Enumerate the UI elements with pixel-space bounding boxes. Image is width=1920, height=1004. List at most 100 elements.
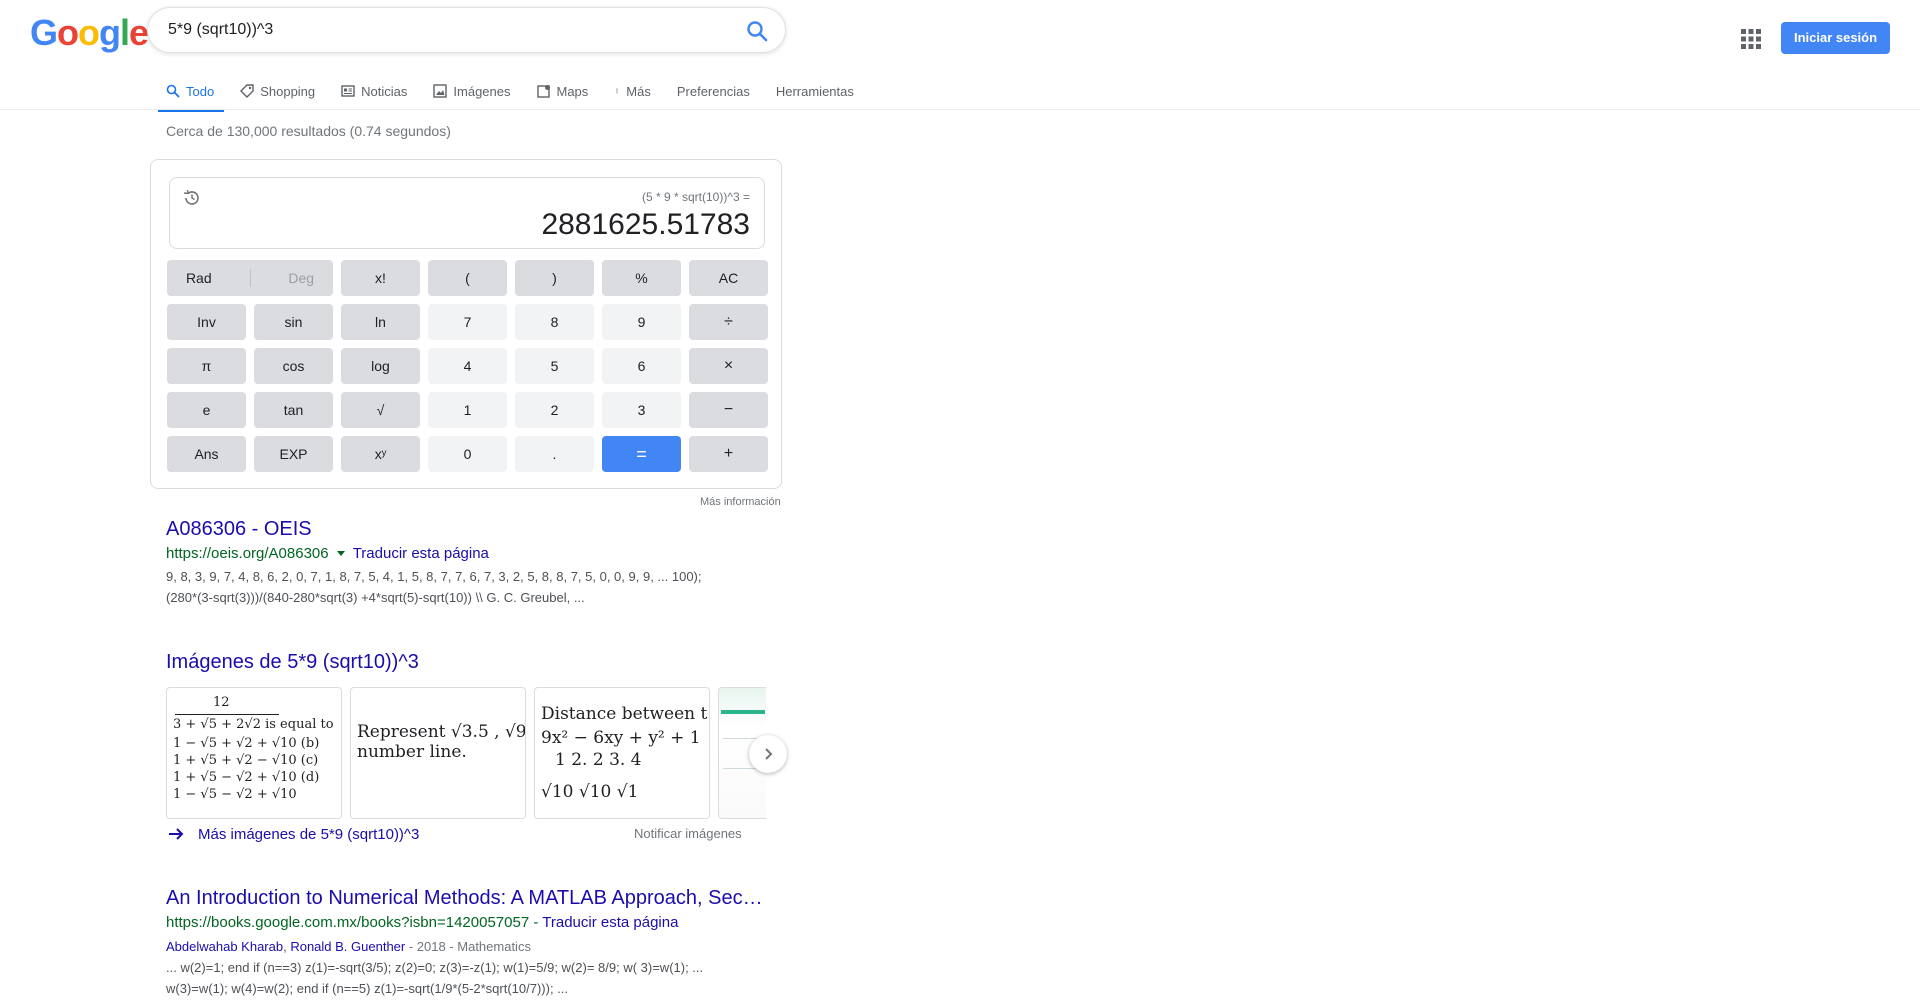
- image-thumbnail[interactable]: Distance between t 9x² − 6xy + y² + 1 1 …: [534, 687, 710, 819]
- search-tabs: Todo Shopping Noticias Imágenes Maps Más…: [157, 74, 880, 112]
- translate-link[interactable]: Traducir esta página: [353, 545, 489, 562]
- calc-key[interactable]: .: [515, 436, 594, 472]
- result-meta-book: Abdelwahab Kharab, Ronald B. Guenther - …: [166, 936, 531, 957]
- logo-letter: G: [30, 12, 58, 53]
- decorative-bar: [721, 710, 765, 714]
- snippet-line: w(3)=w(1); w(4)=w(2); end if (n==5) z(1)…: [166, 981, 569, 996]
- tab-shopping[interactable]: Shopping: [240, 74, 327, 108]
- map-icon: [536, 85, 550, 98]
- calc-key[interactable]: +: [689, 436, 768, 472]
- snippet-line: (280*(3-sqrt(3)))/(840-280*sqrt(3) +4*sq…: [166, 590, 585, 605]
- tab-preferencias[interactable]: Preferencias: [677, 74, 762, 108]
- apps-grid-icon[interactable]: [1740, 28, 1762, 50]
- search-input[interactable]: [168, 8, 708, 52]
- author-link[interactable]: Abdelwahab Kharab: [166, 939, 283, 954]
- calc-key[interactable]: ): [515, 260, 594, 296]
- result-url-book: https://books.google.com.mx/books?isbn=1…: [166, 914, 678, 931]
- calc-key[interactable]: EXP: [254, 436, 333, 472]
- tab-todo[interactable]: Todo: [157, 74, 226, 112]
- search-box: [147, 7, 786, 53]
- calc-key[interactable]: xʸ: [341, 436, 420, 472]
- search-button[interactable]: [745, 19, 769, 43]
- tab-imagenes[interactable]: Imágenes: [433, 74, 522, 108]
- calc-key[interactable]: −: [689, 392, 768, 428]
- calc-key[interactable]: 2: [515, 392, 594, 428]
- tab-mas[interactable]: Más: [614, 74, 663, 108]
- math-line: Represent √3.5 , √9: [357, 722, 526, 742]
- tab-maps[interactable]: Maps: [536, 74, 601, 108]
- dropdown-arrow-icon[interactable]: [336, 551, 345, 556]
- calc-key[interactable]: AC: [689, 260, 768, 296]
- google-logo[interactable]: Google: [30, 12, 149, 54]
- calc-key[interactable]: log: [341, 348, 420, 384]
- arrow-right-icon: [169, 828, 184, 840]
- calc-key[interactable]: 3: [602, 392, 681, 428]
- math-line: 3 + √5 + 2√2 is equal to: [173, 717, 334, 732]
- images-block-title[interactable]: Imágenes de 5*9 (sqrt10))^3: [166, 651, 419, 674]
- calc-key[interactable]: ÷: [689, 304, 768, 340]
- fraction-bar: [175, 714, 279, 715]
- calc-key[interactable]: =: [602, 436, 681, 472]
- more-info-link[interactable]: Más información: [700, 496, 781, 508]
- news-icon: [341, 85, 355, 97]
- calc-key[interactable]: Inv: [167, 304, 246, 340]
- calc-key[interactable]: 1: [428, 392, 507, 428]
- math-line: 1 2. 2 3. 4: [555, 750, 642, 770]
- deg-label[interactable]: Deg: [288, 270, 314, 286]
- result-title-oeis[interactable]: A086306 - OEIS: [166, 518, 312, 541]
- calc-key[interactable]: 9: [602, 304, 681, 340]
- result-title-book[interactable]: An Introduction to Numerical Methods: A …: [166, 887, 766, 910]
- signin-button[interactable]: Iniciar sesión: [1781, 22, 1890, 54]
- image-thumbnail[interactable]: 12 3 + √5 + 2√2 is equal to 1 − √5 + √2 …: [166, 687, 342, 819]
- search-icon: [747, 21, 768, 42]
- calc-key[interactable]: (: [428, 260, 507, 296]
- tab-label: Noticias: [361, 83, 408, 99]
- image-icon: [433, 84, 448, 98]
- history-icon[interactable]: [182, 188, 202, 208]
- author-link[interactable]: Ronald B. Guenther: [290, 939, 405, 954]
- calc-key[interactable]: 0: [428, 436, 507, 472]
- search-icon: [166, 84, 180, 98]
- calc-key[interactable]: 5: [515, 348, 594, 384]
- report-images-link[interactable]: Notificar imágenes: [634, 826, 742, 841]
- calc-key[interactable]: √: [341, 392, 420, 428]
- calc-key[interactable]: Ans: [167, 436, 246, 472]
- calc-key[interactable]: 8: [515, 304, 594, 340]
- calc-key[interactable]: x!: [341, 260, 420, 296]
- rad-deg-toggle[interactable]: Rad Deg: [167, 260, 333, 296]
- math-line: 1 − √5 − √2 + √10: [173, 787, 297, 802]
- calculator-display: (5 * 9 * sqrt(10))^3 = 2881625.51783: [169, 177, 765, 249]
- logo-letter: g: [99, 12, 121, 53]
- book-meta: - 2018 - Mathematics: [405, 939, 531, 954]
- tab-label: Herramientas: [775, 83, 854, 99]
- calc-key[interactable]: tan: [254, 392, 333, 428]
- header-divider: [0, 109, 1920, 110]
- calc-key[interactable]: ln: [341, 304, 420, 340]
- tab-noticias[interactable]: Noticias: [341, 74, 419, 108]
- calc-key[interactable]: π: [167, 348, 246, 384]
- calc-key[interactable]: 7: [428, 304, 507, 340]
- calc-key[interactable]: sin: [254, 304, 333, 340]
- rad-label[interactable]: Rad: [186, 270, 212, 286]
- tab-label: Shopping: [260, 83, 316, 99]
- carousel-next-button[interactable]: [749, 735, 787, 773]
- calc-key[interactable]: ×: [689, 348, 768, 384]
- image-thumbnail[interactable]: Represent √3.5 , √9 number line.: [350, 687, 526, 819]
- math-line: 1 − √5 + √2 + √10 (b): [173, 736, 320, 751]
- calc-key[interactable]: e: [167, 392, 246, 428]
- translate-link[interactable]: Traducir esta página: [542, 914, 678, 931]
- tab-herramientas[interactable]: Herramientas: [776, 74, 866, 108]
- more-vert-icon: [616, 88, 618, 94]
- calc-key[interactable]: 4: [428, 348, 507, 384]
- calc-key[interactable]: cos: [254, 348, 333, 384]
- calc-key[interactable]: %: [602, 260, 681, 296]
- more-images-link[interactable]: Más imágenes de 5*9 (sqrt10))^3: [166, 824, 419, 844]
- tab-label: Más: [626, 83, 651, 99]
- url-separator: -: [533, 914, 543, 931]
- chevron-right-icon: [765, 748, 773, 760]
- result-snippet-oeis: 9, 8, 3, 9, 7, 4, 8, 6, 2, 0, 7, 1, 8, 7…: [166, 566, 702, 608]
- result-url-text[interactable]: https://oeis.org/A086306: [166, 545, 329, 562]
- result-url-text[interactable]: https://books.google.com.mx/books?isbn=1…: [166, 914, 529, 931]
- more-images-label: Más imágenes de 5*9 (sqrt10))^3: [198, 825, 420, 843]
- calc-key[interactable]: 6: [602, 348, 681, 384]
